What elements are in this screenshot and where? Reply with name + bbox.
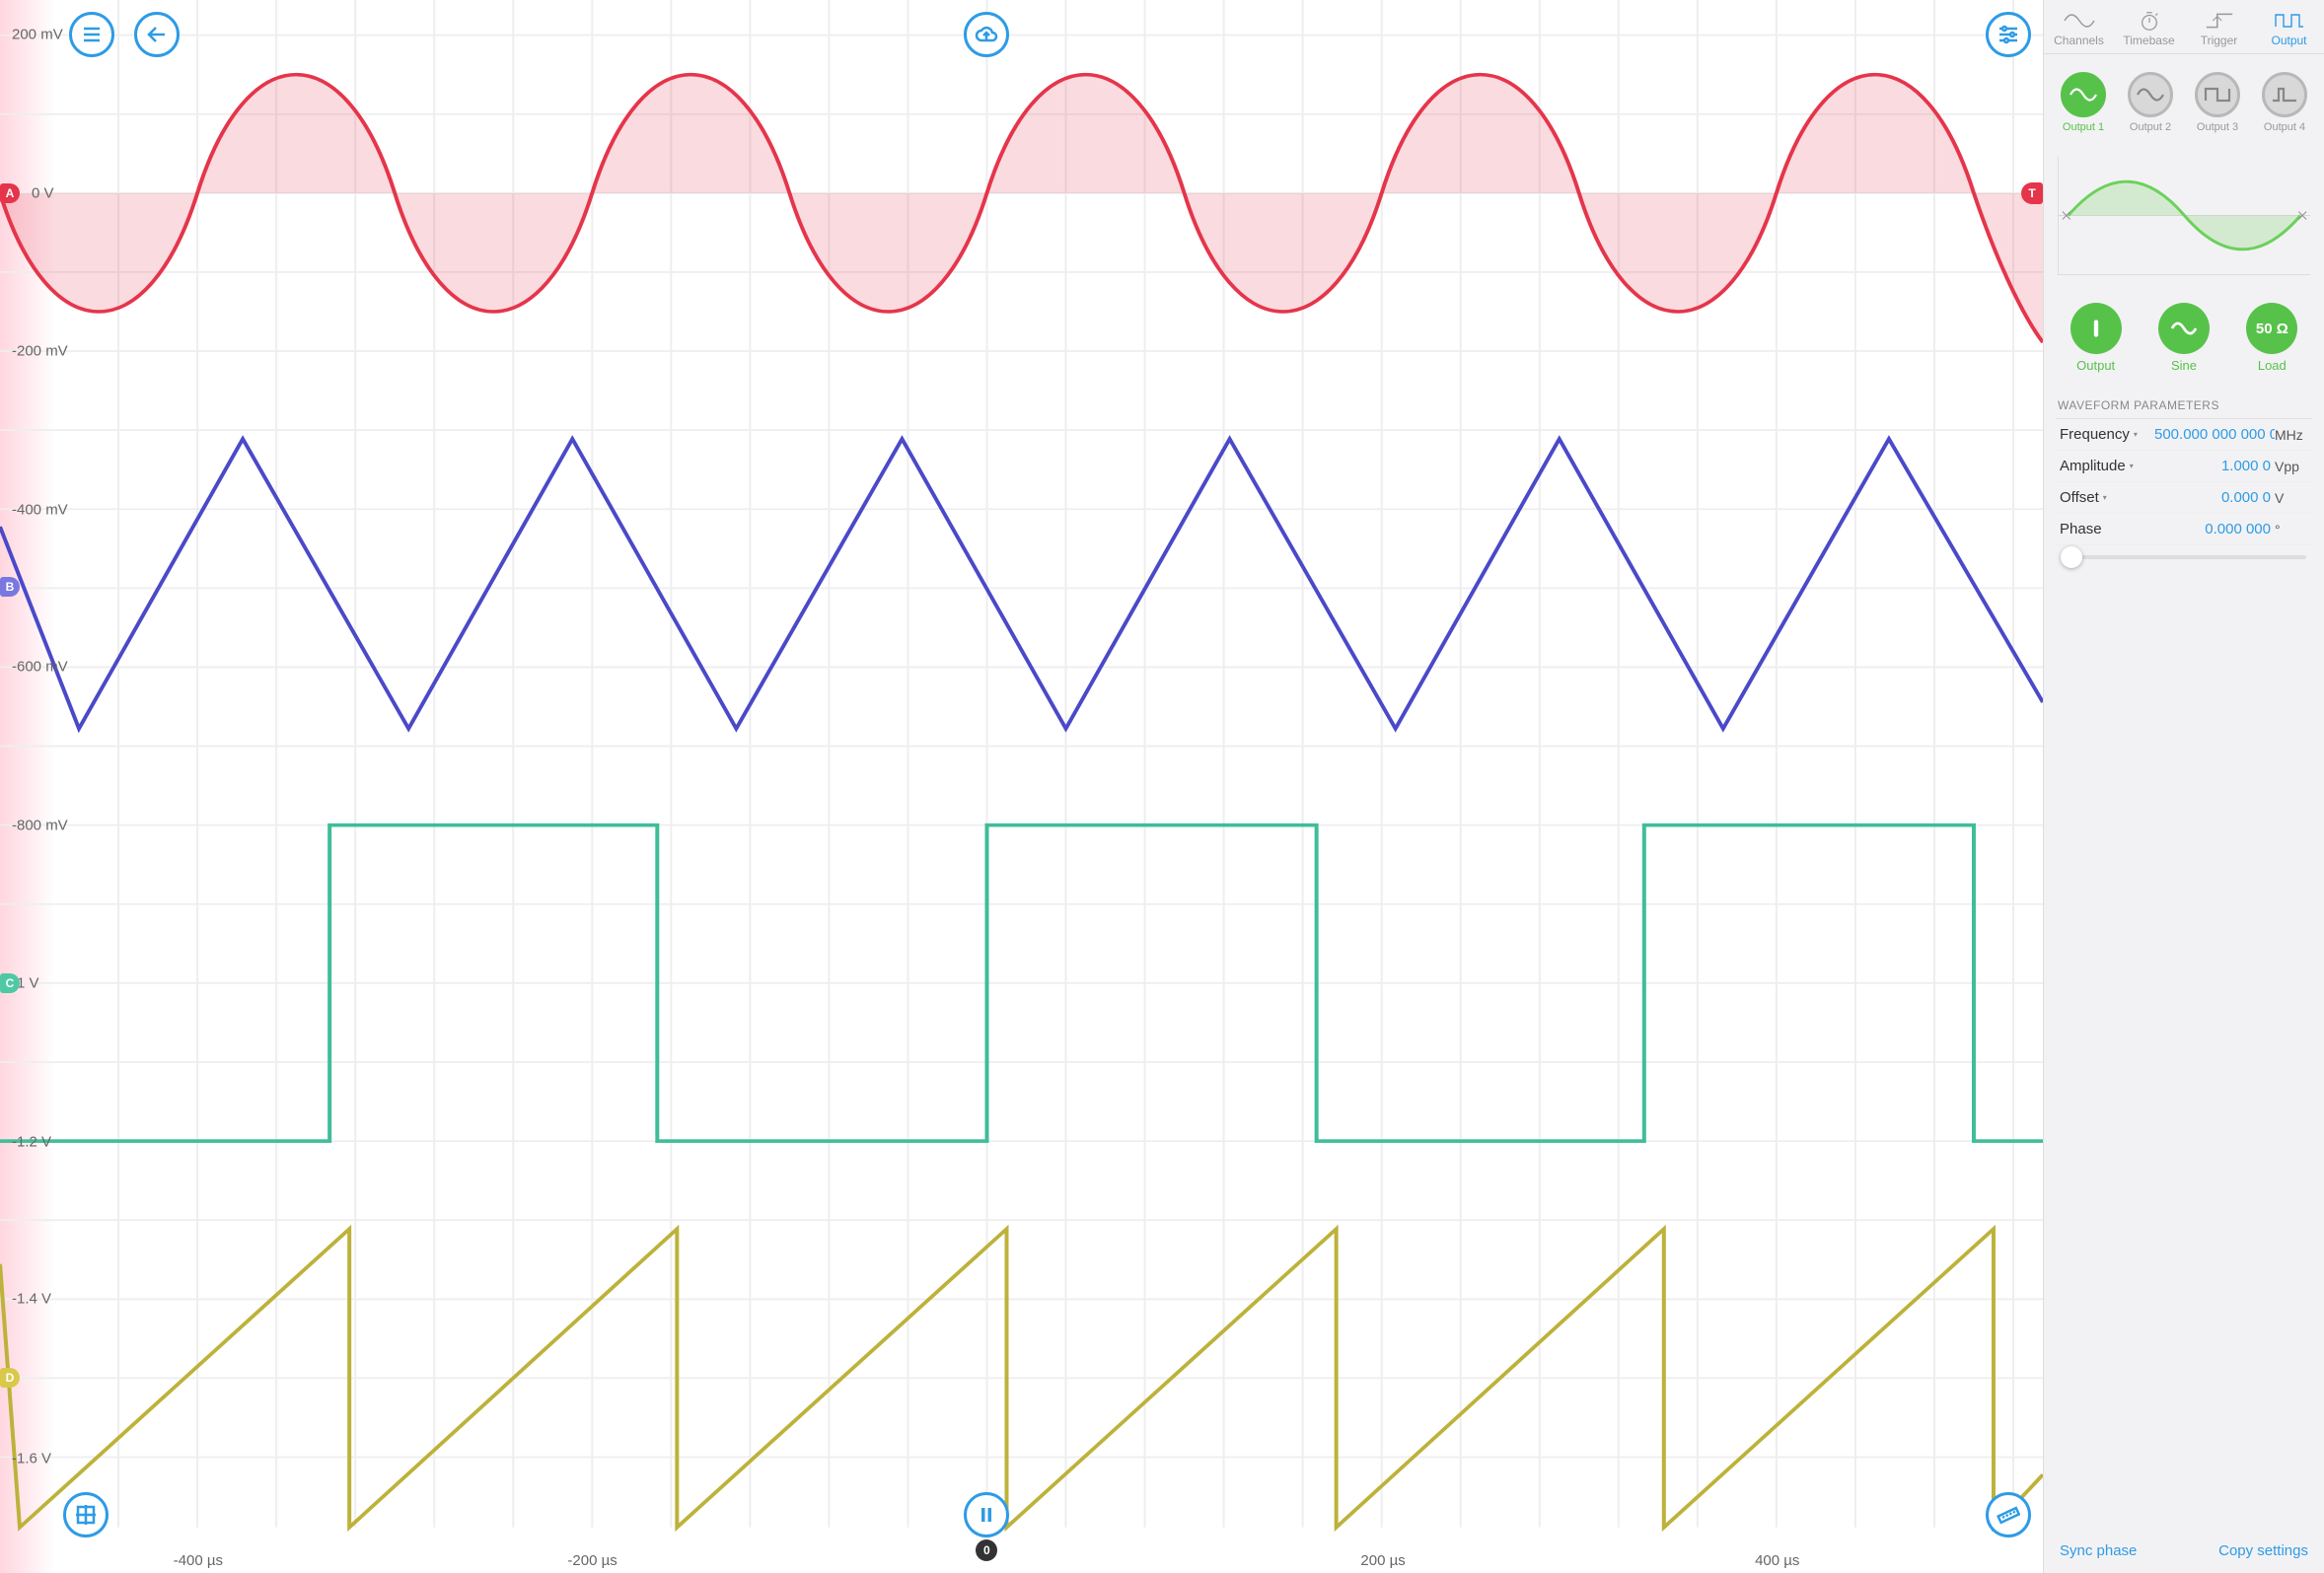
trigger-level-marker[interactable]: T <box>2021 182 2043 204</box>
back-button[interactable] <box>134 12 180 57</box>
param-value[interactable]: 0.000 0 <box>2154 489 2275 506</box>
xtick-0: -400 µs <box>174 1552 223 1569</box>
edge-icon <box>2204 10 2235 32</box>
channel-b-marker[interactable]: B <box>0 577 20 597</box>
cloud-upload-icon <box>975 23 998 46</box>
param-amplitude[interactable]: Amplitude▾ 1.000 0 Vpp <box>2056 451 2312 482</box>
power-bar-icon <box>2083 316 2109 341</box>
param-unit: MHz <box>2275 427 2308 443</box>
cursors-button[interactable] <box>63 1492 109 1537</box>
sine-icon <box>2137 85 2164 105</box>
ytick-0: 200 mV <box>12 27 63 43</box>
slider-thumb[interactable] <box>2061 546 2082 568</box>
outputs-row: Output 1 Output 2 Output 3 Output 4 <box>2044 54 2324 147</box>
xtick-3: 200 µs <box>1360 1552 1405 1569</box>
sine-icon <box>2070 85 2097 105</box>
scope-grid <box>0 0 2043 1573</box>
tab-label: Trigger <box>2201 34 2238 47</box>
ytick-4: -600 mV <box>12 659 68 676</box>
caret-down-icon: ▾ <box>2103 493 2107 502</box>
param-frequency[interactable]: Frequency▾ 500.000 000 000 000 MHz <box>2056 419 2312 451</box>
side-panel: Channels Timebase Trigger Output Output … <box>2043 0 2324 1573</box>
caret-down-icon: ▾ <box>2134 430 2138 439</box>
param-value[interactable]: 0.000 000 <box>2154 521 2275 537</box>
action-label: Load <box>2246 358 2297 373</box>
ruler-icon <box>1997 1503 2020 1527</box>
ytick-5: -800 mV <box>12 818 68 834</box>
waveform-type-button[interactable]: Sine <box>2158 303 2210 373</box>
output-1[interactable]: Output 1 <box>2061 72 2106 133</box>
oscilloscope-canvas[interactable]: 200 mV 0 V -200 mV -400 mV -600 mV -800 … <box>0 0 2043 1573</box>
load-button[interactable]: 50 Ω Load <box>2246 303 2297 373</box>
tab-channels[interactable]: Channels <box>2044 0 2114 53</box>
pause-button[interactable] <box>964 1492 1009 1537</box>
param-phase[interactable]: Phase 0.000 000 ° <box>2056 514 2312 545</box>
load-value: 50 Ω <box>2246 303 2297 354</box>
action-label: Output <box>2070 358 2122 373</box>
param-offset[interactable]: Offset▾ 0.000 0 V <box>2056 482 2312 514</box>
output-4[interactable]: Output 4 <box>2262 72 2307 133</box>
tab-label: Output <box>2271 34 2306 47</box>
trace-b <box>0 439 2043 729</box>
ytick-3: -400 mV <box>12 501 68 518</box>
ytick-8: -1.4 V <box>12 1291 51 1308</box>
crosshair-icon <box>74 1503 98 1527</box>
sine-icon <box>2171 316 2197 341</box>
menu-icon <box>80 23 104 46</box>
output-3[interactable]: Output 3 <box>2195 72 2240 133</box>
output-label: Output 3 <box>2195 121 2240 133</box>
xtick-4: 400 µs <box>1755 1552 1799 1569</box>
measure-button[interactable] <box>1986 1492 2031 1537</box>
ytick-9: -1.6 V <box>12 1450 51 1466</box>
waveform-preview <box>2058 157 2310 275</box>
pulse-icon <box>2271 85 2298 105</box>
tab-trigger[interactable]: Trigger <box>2184 0 2254 53</box>
stopwatch-icon <box>2134 10 2165 32</box>
param-value[interactable]: 1.000 0 <box>2154 458 2275 474</box>
param-unit: Vpp <box>2275 459 2308 474</box>
output-2[interactable]: Output 2 <box>2128 72 2173 133</box>
ytick-7: -1.2 V <box>12 1133 51 1150</box>
section-title: WAVEFORM PARAMETERS <box>2056 391 2312 419</box>
ytick-2: -200 mV <box>12 342 68 359</box>
channel-a-marker[interactable]: A <box>0 183 20 203</box>
output-toggle-button[interactable]: Output <box>2070 303 2122 373</box>
param-value[interactable]: 500.000 000 000 000 <box>2154 426 2275 443</box>
time-zero-marker[interactable]: 0 <box>976 1539 997 1561</box>
square-icon <box>2204 85 2231 105</box>
tab-label: Channels <box>2054 34 2104 47</box>
action-label: Sine <box>2158 358 2210 373</box>
param-unit: ° <box>2275 522 2308 537</box>
ytick-1: 0 V <box>32 185 54 202</box>
tab-label: Timebase <box>2123 34 2174 47</box>
xtick-1: -200 µs <box>567 1552 617 1569</box>
param-unit: V <box>2275 490 2308 506</box>
menu-button[interactable] <box>69 12 114 57</box>
channel-c-marker[interactable]: C <box>0 973 20 993</box>
sync-phase-link[interactable]: Sync phase <box>2060 1542 2137 1559</box>
output-label: Output 2 <box>2128 121 2173 133</box>
pause-icon <box>975 1503 998 1527</box>
output-label: Output 4 <box>2262 121 2307 133</box>
channel-d-marker[interactable]: D <box>0 1368 20 1388</box>
tab-timebase[interactable]: Timebase <box>2114 0 2184 53</box>
sliders-icon <box>1997 23 2020 46</box>
output-actions: Output Sine 50 Ω Load <box>2044 295 2324 391</box>
panel-tabs: Channels Timebase Trigger Output <box>2044 0 2324 54</box>
settings-sliders-button[interactable] <box>1986 12 2031 57</box>
caret-down-icon: ▾ <box>2130 462 2134 470</box>
sine-icon <box>2064 10 2095 32</box>
tab-output[interactable]: Output <box>2254 0 2324 53</box>
square-wave-icon <box>2274 10 2305 32</box>
cloud-upload-button[interactable] <box>964 12 1009 57</box>
output-label: Output 1 <box>2061 121 2106 133</box>
copy-settings-link[interactable]: Copy settings <box>2218 1542 2308 1559</box>
arrow-left-icon <box>145 23 169 46</box>
phase-slider[interactable] <box>2062 555 2306 559</box>
